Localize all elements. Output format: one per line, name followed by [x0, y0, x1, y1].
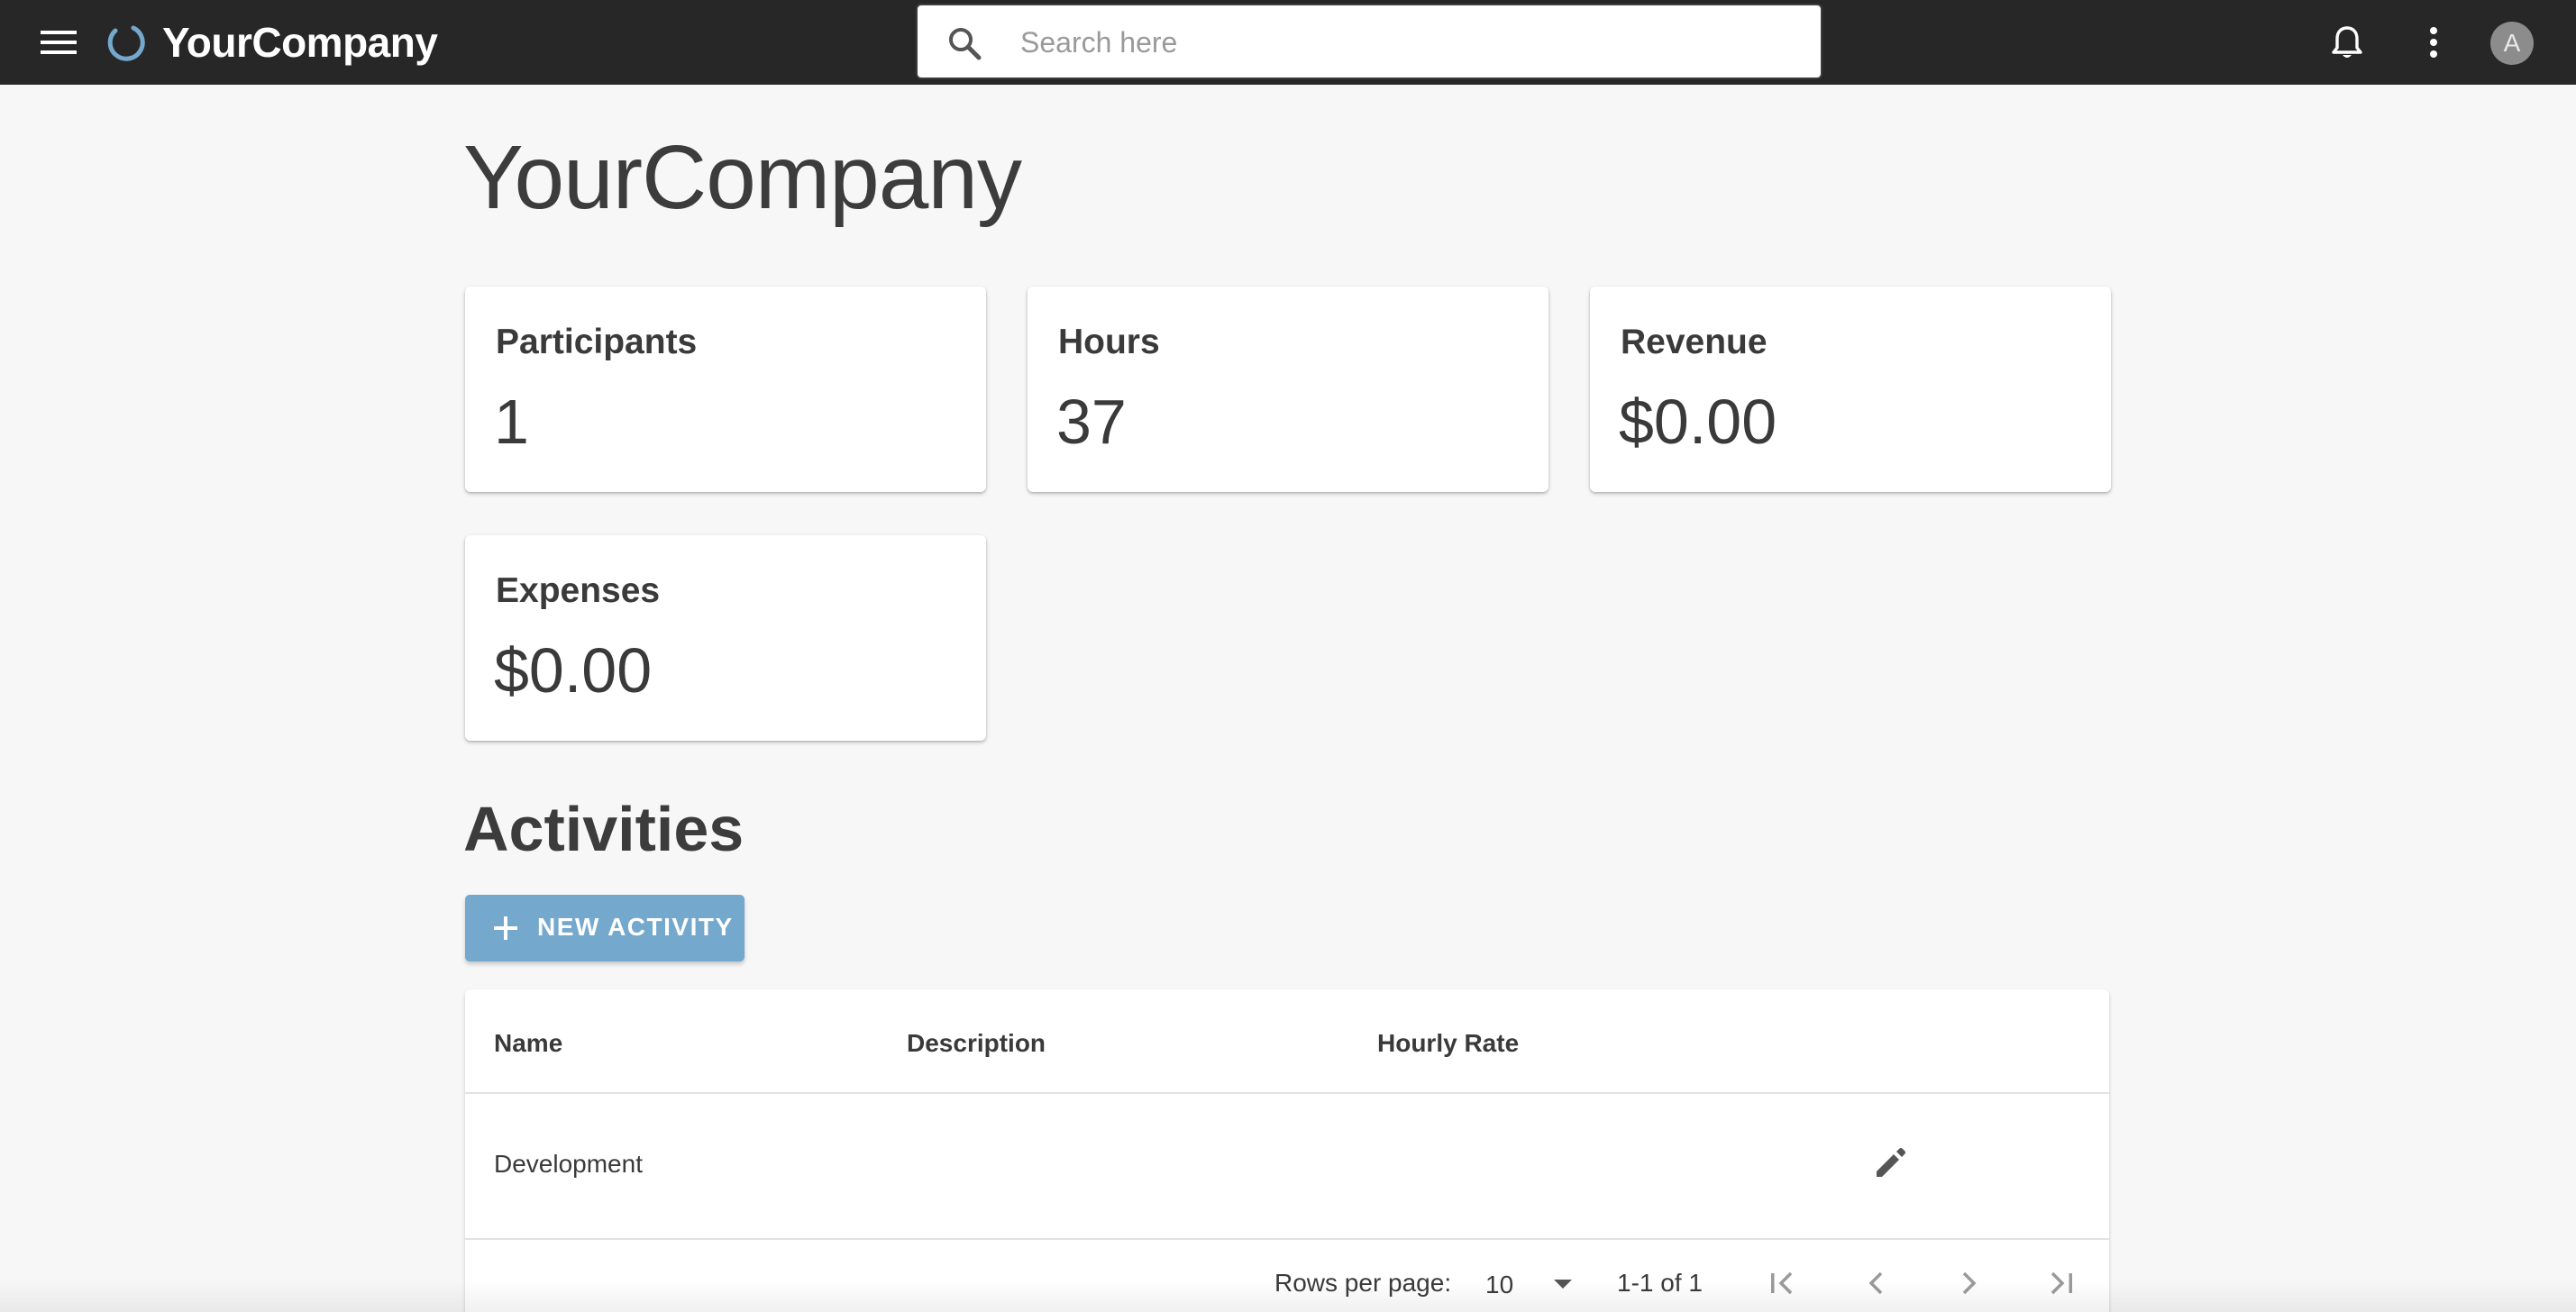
stat-card-expenses: Expenses $0.00 — [465, 535, 986, 741]
notifications-button[interactable] — [2323, 18, 2371, 67]
more-options-button[interactable] — [2409, 18, 2458, 67]
stat-value: 37 — [1056, 387, 1127, 457]
app-bar: YourCompany A — [0, 0, 2576, 85]
next-page-button[interactable] — [1945, 1260, 1992, 1307]
row-divider — [465, 1238, 2109, 1240]
new-activity-label: NEW ACTIVITY — [537, 913, 734, 941]
first-page-icon — [1771, 1271, 1793, 1295]
plus-icon — [494, 916, 517, 940]
stat-label: Expenses — [496, 571, 661, 610]
new-activity-button[interactable]: NEW ACTIVITY — [465, 895, 744, 961]
ring-logo-icon — [107, 25, 145, 61]
search-box[interactable] — [916, 4, 1822, 79]
last-page-icon — [2051, 1271, 2072, 1295]
column-header-name[interactable]: Name — [494, 1029, 562, 1058]
caret-down-icon — [1554, 1280, 1572, 1289]
search-input[interactable] — [1020, 16, 1795, 68]
vertical-dots-icon — [2430, 27, 2437, 58]
stat-card-hours: Hours 37 — [1028, 287, 1548, 492]
stat-card-participants: Participants 1 — [465, 287, 986, 492]
activities-title: Activities — [463, 794, 744, 864]
stat-label: Participants — [496, 323, 698, 361]
avatar[interactable]: A — [2490, 22, 2534, 65]
stat-label: Hours — [1058, 323, 1160, 361]
page-title: YourCompany — [463, 127, 1022, 228]
header-divider — [465, 1092, 2109, 1094]
stat-value: 1 — [494, 387, 529, 457]
brand-name: YourCompany — [162, 19, 438, 66]
avatar-initial: A — [2503, 29, 2521, 57]
edit-activity-button[interactable] — [1868, 1139, 1914, 1186]
pencil-edit-icon — [1877, 1148, 1905, 1177]
menu-button[interactable] — [36, 20, 81, 65]
search-icon — [949, 28, 982, 60]
rows-per-page-select[interactable]: 10 — [1485, 1260, 1585, 1305]
hamburger-menu-icon — [41, 31, 77, 54]
cell-name: Development — [494, 1150, 643, 1178]
rows-per-page-label: Rows per page: — [1274, 1269, 1452, 1297]
stat-card-revenue: Revenue $0.00 — [1590, 287, 2111, 492]
stat-value: $0.00 — [1619, 387, 1777, 457]
rows-per-page-value: 10 — [1485, 1271, 1514, 1298]
stat-value: $0.00 — [494, 635, 653, 706]
stat-label: Revenue — [1621, 323, 1768, 361]
bell-icon — [2332, 26, 2362, 58]
next-page-icon — [1962, 1271, 1977, 1295]
first-page-button[interactable] — [1759, 1260, 1806, 1307]
previous-page-icon — [1868, 1271, 1883, 1295]
column-header-hourly-rate[interactable]: Hourly Rate — [1377, 1029, 1519, 1058]
activities-table: Name Description Hourly Rate Development… — [465, 989, 2109, 1312]
page-range-text: 1-1 of 1 — [1617, 1269, 1703, 1297]
column-header-description[interactable]: Description — [907, 1029, 1046, 1058]
last-page-button[interactable] — [2037, 1260, 2084, 1307]
brand[interactable]: YourCompany — [106, 16, 438, 68]
previous-page-button[interactable] — [1853, 1260, 1900, 1307]
